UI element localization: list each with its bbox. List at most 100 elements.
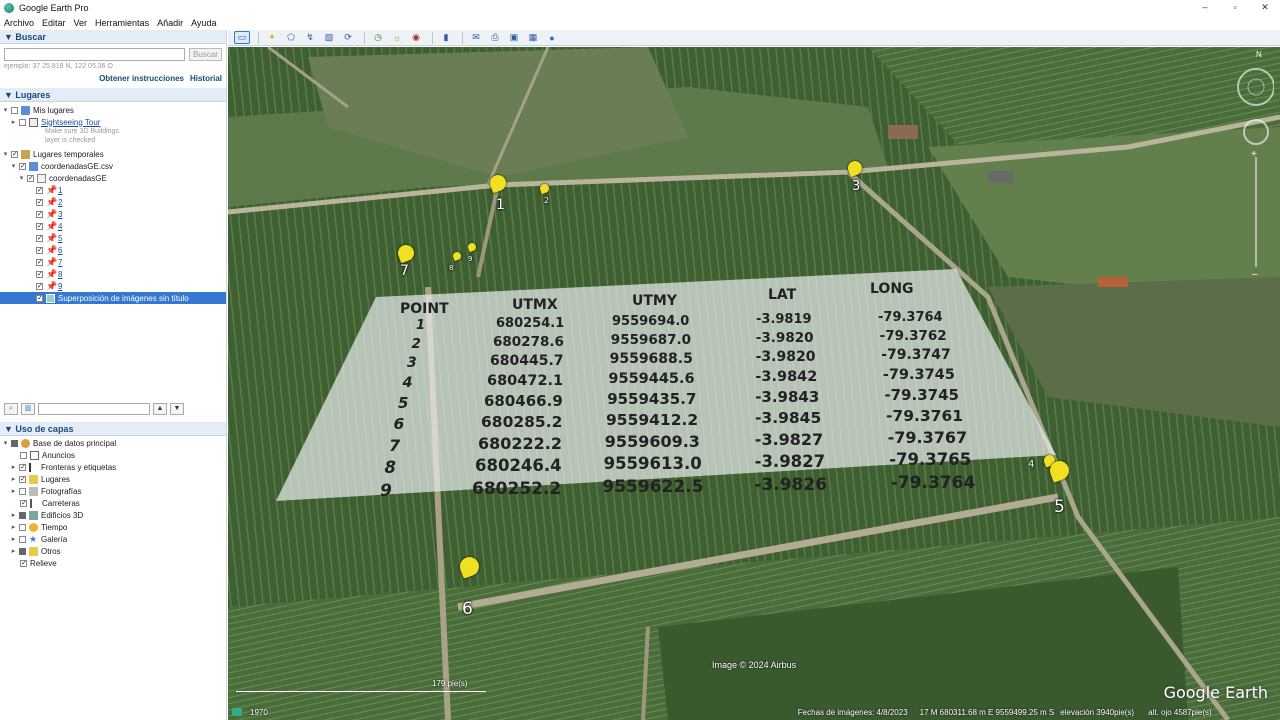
expand-icon[interactable]: ▸ [10, 536, 17, 543]
close-button[interactable]: ✕ [1250, 0, 1280, 15]
checkbox[interactable] [20, 451, 27, 459]
tree-item-point-6[interactable]: ✓ 📌 6 [36, 244, 62, 256]
print-icon[interactable]: ⎙ [487, 31, 503, 44]
checkbox[interactable]: ✓ [36, 294, 43, 302]
move-up-icon[interactable]: ▲ [153, 403, 167, 415]
layers-panel-header[interactable]: ▼ Uso de capas [0, 422, 226, 436]
layer-item-fronteras[interactable]: ▸ ✓ Fronteras y etiquetas [10, 461, 116, 473]
layer-item-otros[interactable]: ▸ Otros [10, 545, 61, 557]
collapse-icon[interactable]: ▾ [2, 107, 9, 114]
search-input[interactable] [4, 48, 185, 61]
map-pin-2[interactable]: 2 [538, 182, 551, 205]
checkbox[interactable]: ✓ [36, 258, 43, 266]
directions-link[interactable]: Obtener instrucciones [99, 74, 184, 83]
tree-item-mis-lugares[interactable]: ▾ Mis lugares [2, 104, 74, 116]
move-down-icon[interactable]: ▼ [170, 403, 184, 415]
checkbox[interactable] [19, 547, 26, 555]
checkbox[interactable] [19, 511, 26, 519]
expand-icon[interactable]: ▸ [10, 524, 17, 531]
layer-item-lugares[interactable]: ▸ ✓ Lugares [10, 473, 70, 485]
add-polygon-icon[interactable]: ⬠ [283, 31, 299, 44]
historical-imagery-slider-icon[interactable] [232, 708, 242, 716]
layer-item-base[interactable]: ▾ Base de datos principal [2, 437, 116, 449]
move-joystick-icon[interactable] [1243, 119, 1269, 145]
checkbox[interactable]: ✓ [36, 186, 43, 194]
add-path-icon[interactable]: ↯ [302, 31, 318, 44]
tree-item-overlay[interactable]: ✓ Superposición de imágenes sin título [0, 292, 226, 304]
layer-item-tiempo[interactable]: ▸ Tiempo [10, 521, 67, 533]
switch-to-sky-icon[interactable]: ◉ [408, 31, 424, 44]
add-placemark-icon[interactable]: ✦ [264, 31, 280, 44]
checkbox[interactable] [19, 523, 26, 531]
look-joystick-icon[interactable] [1237, 68, 1275, 106]
map-pin-9[interactable]: 9 [466, 241, 478, 263]
checkbox[interactable]: ✓ [20, 559, 27, 567]
checkbox[interactable] [11, 106, 18, 114]
zoom-out-icon[interactable]: – [1252, 269, 1258, 280]
layer-item-edificios[interactable]: ▸ Edificios 3D [10, 509, 83, 521]
checkbox[interactable]: ✓ [11, 150, 18, 158]
tree-item-point-8[interactable]: ✓ 📌 8 [36, 268, 62, 280]
email-icon[interactable]: ✉ [468, 31, 484, 44]
checkbox[interactable]: ✓ [19, 463, 26, 471]
collapse-icon[interactable]: ▾ [10, 163, 17, 170]
layer-item-relieve[interactable]: ✓ Relieve [20, 557, 57, 569]
record-tour-icon[interactable]: ⟳ [340, 31, 356, 44]
map-pin-7[interactable]: 7 [395, 242, 417, 279]
search-places-icon[interactable]: ⌕ [4, 403, 18, 415]
minimize-button[interactable]: – [1190, 0, 1220, 15]
checkbox[interactable] [19, 487, 26, 495]
checkbox[interactable]: ✓ [19, 475, 26, 483]
map-pin-8[interactable]: 8 [449, 250, 463, 272]
ruler-icon[interactable]: ▮ [438, 31, 454, 44]
expand-icon[interactable]: ▸ [10, 512, 17, 519]
tree-item-point-4[interactable]: ✓ 📌 4 [36, 220, 62, 232]
checkbox[interactable]: ✓ [36, 198, 43, 206]
checkbox[interactable] [11, 439, 18, 447]
map-pin-6[interactable]: 6 [457, 554, 482, 619]
checkbox[interactable]: ✓ [20, 499, 27, 507]
google-maps-icon[interactable]: ● [544, 31, 560, 44]
history-link[interactable]: Historial [190, 74, 222, 83]
search-button[interactable]: Buscar [189, 48, 222, 61]
expand-icon[interactable]: ▸ [10, 548, 17, 555]
zoom-in-icon[interactable]: + [1251, 149, 1257, 160]
menu-ver[interactable]: Ver [74, 18, 88, 28]
search-panel-header[interactable]: ▼ Buscar [0, 30, 226, 44]
tree-item-coordenadas[interactable]: ▾ ✓ coordenadasGE [18, 172, 107, 184]
checkbox[interactable]: ✓ [27, 174, 34, 182]
expand-icon[interactable]: ▸ [10, 476, 17, 483]
tree-item-temporales[interactable]: ▾ ✓ Lugares temporales [2, 148, 104, 160]
tree-item-point-3[interactable]: ✓ 📌 3 [36, 208, 62, 220]
menu-herramientas[interactable]: Herramientas [95, 18, 149, 28]
checkbox[interactable] [19, 535, 26, 543]
save-image-icon[interactable]: ▣ [506, 31, 522, 44]
tree-item-point-7[interactable]: ✓ 📌 7 [36, 256, 62, 268]
expand-icon[interactable]: ▸ [10, 464, 17, 471]
tree-item-point-5[interactable]: ✓ 📌 5 [36, 232, 62, 244]
sunlight-icon[interactable]: ☼ [389, 31, 405, 44]
tree-item-point-1[interactable]: ✓ 📌 1 [36, 184, 62, 196]
checkbox[interactable]: ✓ [36, 222, 43, 230]
tree-item-csv[interactable]: ▾ ✓ coordenadasGE.csv [10, 160, 113, 172]
checkbox[interactable]: ✓ [36, 210, 43, 218]
menu-editar[interactable]: Editar [42, 18, 66, 28]
map-pin-5[interactable]: 5 [1047, 458, 1072, 517]
collapse-icon[interactable]: ▾ [18, 175, 25, 182]
checkbox[interactable]: ✓ [19, 162, 26, 170]
menu-anadir[interactable]: Añadir [157, 18, 183, 28]
places-panel-header[interactable]: ▼ Lugares [0, 88, 226, 102]
checkbox[interactable]: ✓ [36, 270, 43, 278]
maximize-button[interactable]: ▫ [1220, 0, 1250, 15]
places-filter-input[interactable] [38, 403, 150, 415]
sidebar-toggle-icon[interactable]: ▭ [234, 31, 250, 44]
expand-icon[interactable]: ▸ [10, 119, 17, 126]
layer-item-galeria[interactable]: ▸ ★ Galería [10, 533, 68, 545]
collapse-icon[interactable]: ▾ [2, 440, 9, 447]
layer-item-anuncios[interactable]: Anuncios [20, 449, 75, 461]
panel-toggle-icon[interactable]: ▥ [21, 403, 35, 415]
movie-maker-icon[interactable]: ▦ [525, 31, 541, 44]
map-pin-3[interactable]: 3 [845, 158, 865, 194]
layer-item-fotografias[interactable]: ▸ Fotografías [10, 485, 81, 497]
expand-icon[interactable]: ▸ [10, 488, 17, 495]
